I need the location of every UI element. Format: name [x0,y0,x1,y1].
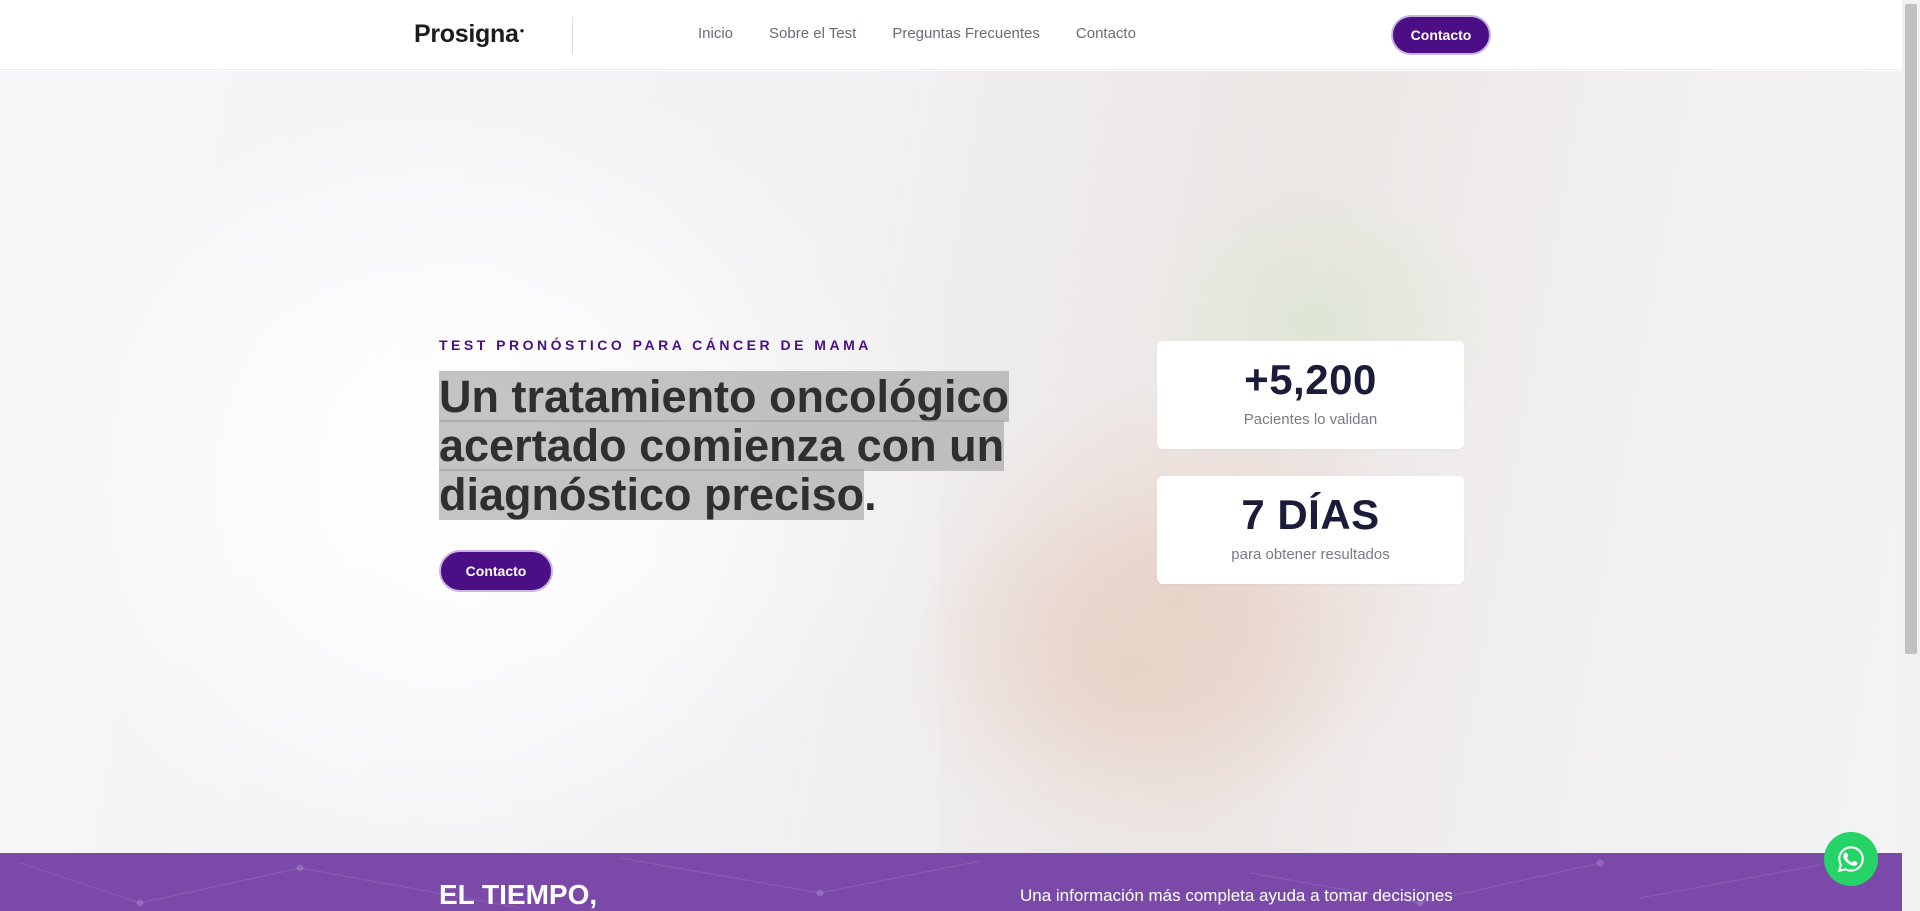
header-contact-button[interactable]: Contacto [1391,15,1491,55]
headline-line-1: Un tratamiento oncológico [439,371,1010,422]
prosigna-logo[interactable]: Prosigna● [414,20,524,49]
hero-contact-button[interactable]: Contacto [439,550,553,592]
network-pattern [19,857,1821,909]
band-title: EL TIEMPO, [439,879,598,910]
stat-label: Pacientes lo validan [1243,411,1378,428]
stat-value: +5,200 [1244,356,1377,403]
nav-preguntas-frecuentes[interactable]: Preguntas Frecuentes [892,25,1040,42]
site-header: Prosigna● Inicio Sobre el Test Preguntas… [0,0,1902,70]
page-scrollbar[interactable] [1902,0,1920,911]
hero-eyebrow: TEST PRONÓSTICO PARA CÁNCER DE MAMA [439,337,872,353]
stat-card-days: 7 DÍAS para obtener resultados [1157,476,1464,584]
headline-period: . [864,469,877,520]
main-nav: Inicio Sobre el Test Preguntas Frecuente… [698,25,1136,42]
nav-contacto[interactable]: Contacto [1076,25,1136,42]
scrollbar-thumb[interactable] [1905,4,1917,654]
nav-inicio[interactable]: Inicio [698,25,733,42]
purple-band-section: EL TIEMPO, Una información más completa … [0,853,1902,911]
stat-label: para obtener resultados [1231,546,1390,563]
headline-line-2: acertado comienza con un [439,420,1005,471]
whatsapp-icon [1837,846,1864,873]
hero-headline: Un tratamiento oncológico acertado comie… [439,371,1079,520]
stat-value: 7 DÍAS [1241,491,1380,538]
band-text: Una información más completa ayuda a tom… [1020,886,1453,905]
nav-sobre-el-test[interactable]: Sobre el Test [769,25,856,42]
whatsapp-button[interactable] [1824,832,1878,886]
header-divider [572,17,573,54]
headline-line-3: diagnóstico preciso [439,469,865,520]
stat-card-patients: +5,200 Pacientes lo validan [1157,341,1464,449]
